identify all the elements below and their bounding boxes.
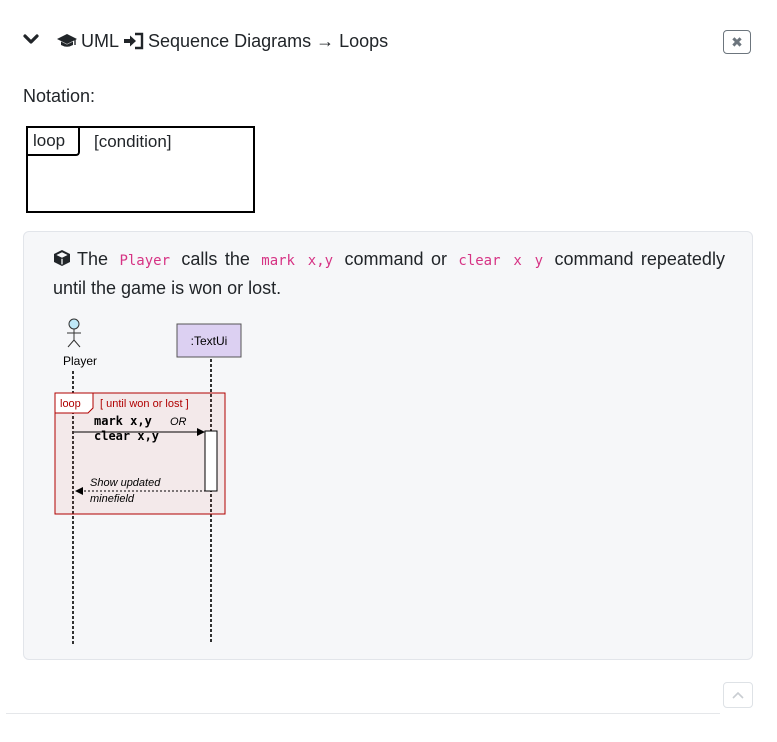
sign-in-icon [124,32,144,50]
graduation-cap-icon [57,34,77,47]
breadcrumb: UML Sequence Diagrams → Loops [56,29,388,53]
player-label: Player [63,354,97,368]
notation-label: Notation: [23,86,96,106]
breadcrumb-section[interactable]: Sequence Diagrams → Loops [123,29,388,53]
close-button[interactable]: ✖ [723,30,751,54]
player-actor [67,318,81,348]
sequence-diagram: Player :TextUi loop [ until won or lost … [54,318,242,644]
return-message-line1: Show updated [90,477,161,489]
call-message-or: OR [170,416,187,428]
bottom-divider [6,713,720,714]
breadcrumb-section-label: Sequence Diagrams → Loops [148,31,389,51]
scroll-to-top-button[interactable] [723,682,753,708]
return-message-line2: minefield [90,493,135,505]
call-message-line2: clear x,y [94,429,159,443]
textui-label: :TextUi [191,334,228,348]
close-icon: ✖ [731,33,743,50]
breadcrumb-uml[interactable]: UML [56,29,119,53]
chevron-up-icon [732,691,744,699]
chevron-down-icon[interactable] [22,30,40,48]
example-panel: The Player calls the mark x,y command or… [23,231,753,660]
loop-notation-condition: [condition] [94,132,172,151]
loop-keyword: loop [60,398,81,410]
loop-condition: [ until won or lost ] [100,398,189,410]
page-header: UML Sequence Diagrams → Loops ✖ [22,28,755,56]
breadcrumb-uml-label: UML [81,31,120,51]
textui-activation-bar [204,430,218,492]
call-message-line1: mark x,y [94,414,152,428]
loop-notation-frame: loop [condition] [26,126,255,213]
loop-notation-keyword: loop [28,128,80,156]
